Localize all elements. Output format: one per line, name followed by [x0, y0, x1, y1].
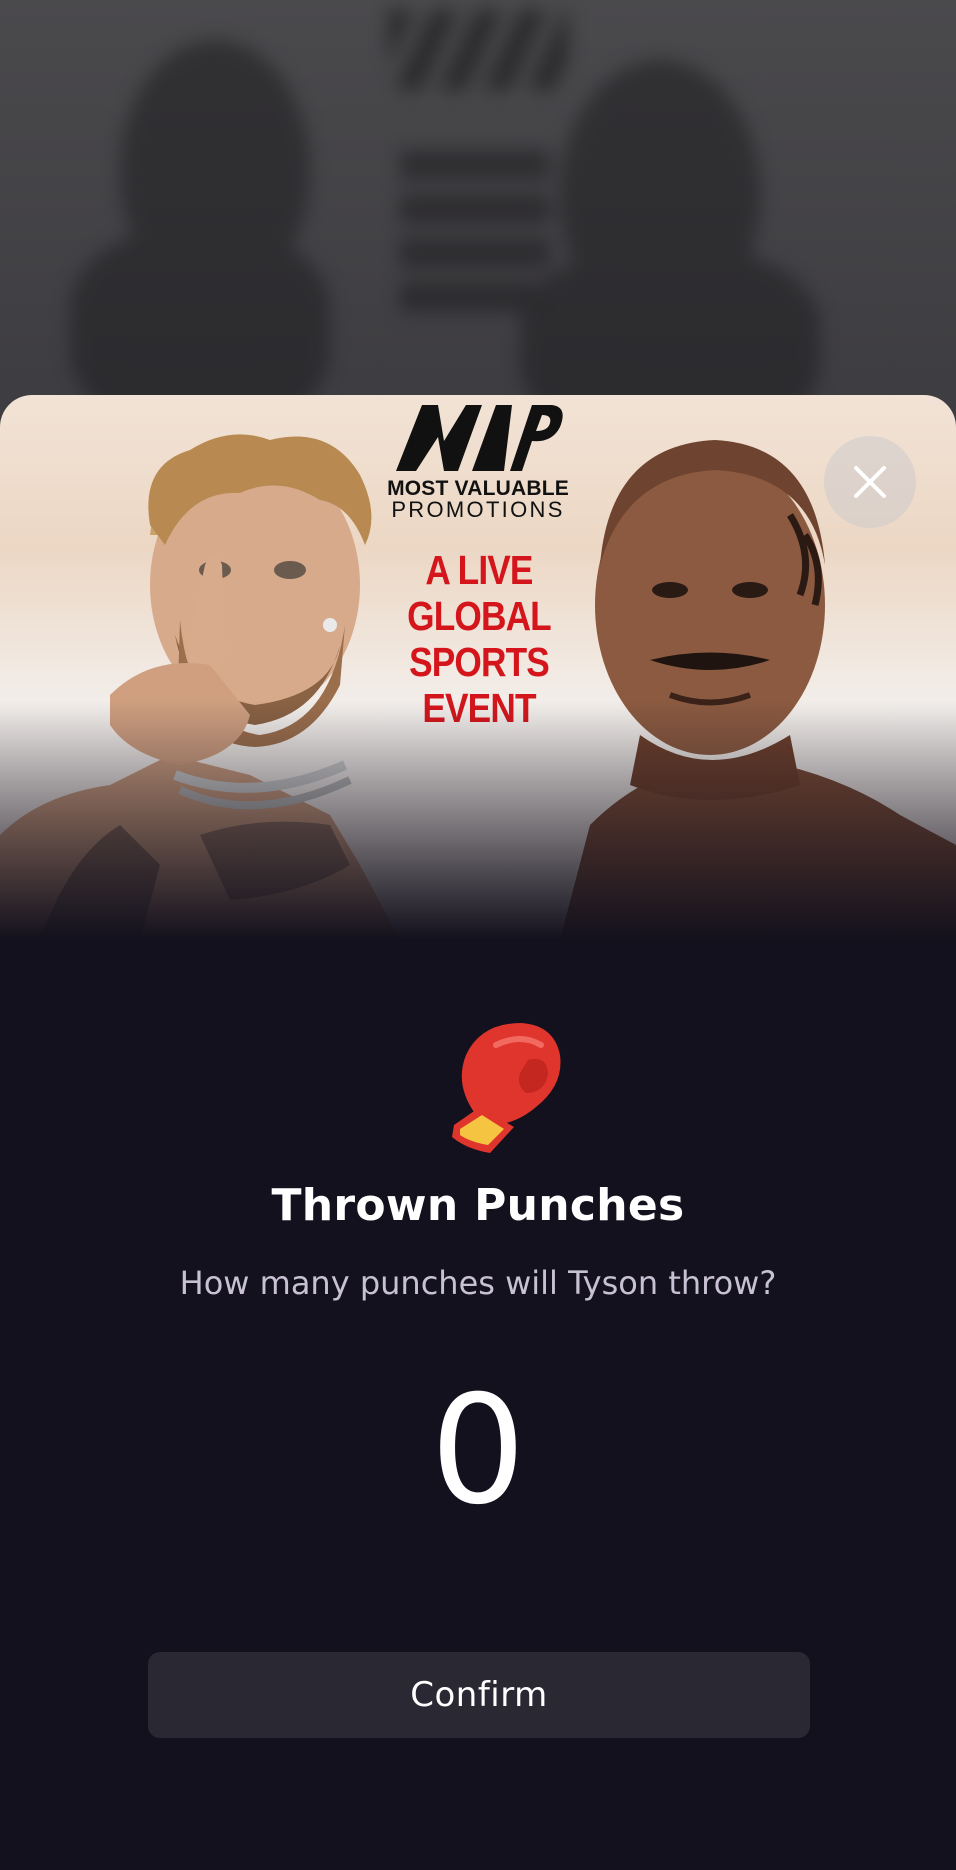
close-icon	[854, 466, 886, 498]
brand-name: MOST VALUABLE	[387, 477, 569, 500]
tagline-line: GLOBAL	[407, 593, 552, 639]
mvp-logo	[396, 405, 563, 471]
background-poster-blurred	[0, 0, 956, 420]
punch-count-value[interactable]: 0	[0, 1361, 956, 1541]
boxing-glove-icon	[452, 1023, 561, 1153]
prediction-sheet: MOST VALUABLE PROMOTIONS A LIVE GLOBAL S…	[0, 395, 956, 1870]
event-tagline: A LIVE GLOBAL SPORTS EVENT	[384, 547, 574, 731]
close-button[interactable]	[824, 436, 916, 528]
tagline-line: SPORTS	[409, 639, 550, 685]
brand-subtitle: PROMOTIONS	[391, 497, 565, 522]
event-poster: MOST VALUABLE PROMOTIONS A LIVE GLOBAL S…	[0, 395, 956, 940]
prompt-title: Thrown Punches	[271, 1180, 685, 1231]
tagline-line: A LIVE	[425, 547, 533, 593]
confirm-button[interactable]: Confirm	[148, 1652, 810, 1738]
prompt-question: How many punches will Tyson throw?	[179, 1264, 777, 1302]
tagline-line: EVENT	[422, 685, 536, 731]
